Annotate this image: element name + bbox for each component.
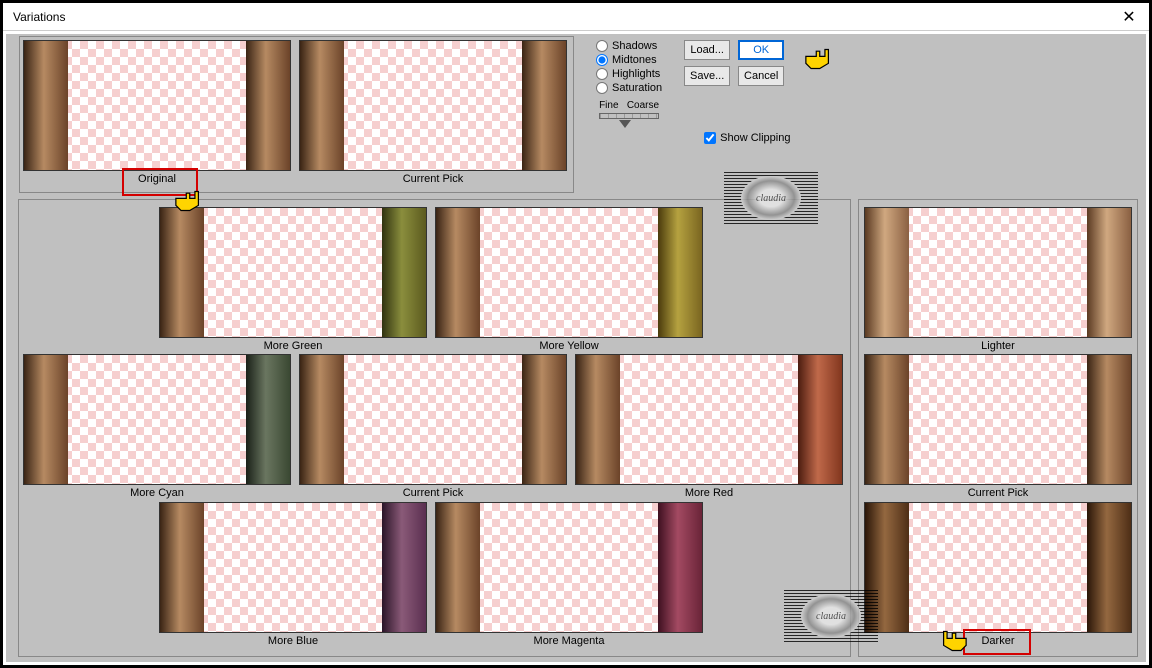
controls-area: Shadows Midtones Highlights Saturation F… — [596, 40, 790, 144]
label-current-pick-mid: Current Pick — [299, 487, 567, 499]
thumb-more-green[interactable]: More Green — [159, 207, 427, 352]
tone-radio-group: Shadows Midtones Highlights Saturation — [596, 40, 662, 94]
label-current-pick-top: Current Pick — [299, 173, 567, 185]
radio-highlights[interactable]: Highlights — [596, 68, 662, 80]
titlebar: Variations ✕ — [3, 3, 1149, 31]
window-title: Variations — [13, 10, 65, 24]
thumb-more-magenta[interactable]: More Magenta — [435, 502, 703, 647]
label-darker: Darker — [864, 635, 1132, 647]
thumb-more-red[interactable]: More Red — [575, 354, 843, 499]
save-button[interactable]: Save... — [684, 66, 730, 86]
label-more-green: More Green — [159, 340, 427, 352]
label-more-yellow: More Yellow — [435, 340, 703, 352]
radio-midtones[interactable]: Midtones — [596, 54, 662, 66]
pointer-icon — [940, 628, 968, 654]
radio-saturation[interactable]: Saturation — [596, 82, 662, 94]
label-more-magenta: More Magenta — [435, 635, 703, 647]
thumb-more-cyan[interactable]: More Cyan — [23, 354, 291, 499]
pointer-icon — [174, 188, 202, 214]
show-clipping-checkbox[interactable]: Show Clipping — [704, 132, 790, 144]
watermark: claudia — [784, 590, 878, 642]
thumb-current-pick-top[interactable]: Current Pick — [299, 40, 567, 185]
thumb-current-pick-mid[interactable]: Current Pick — [299, 354, 567, 499]
label-more-blue: More Blue — [159, 635, 427, 647]
ok-button[interactable]: OK — [738, 40, 784, 60]
thumb-more-yellow[interactable]: More Yellow — [435, 207, 703, 352]
button-column: Load... OK Save... Cancel Show Clipping — [684, 40, 790, 144]
watermark: claudia — [724, 172, 818, 224]
label-current-pick-right: Current Pick — [864, 487, 1132, 499]
fine-coarse-slider[interactable]: FineCoarse — [596, 100, 662, 119]
radio-slider-col: Shadows Midtones Highlights Saturation F… — [596, 40, 662, 119]
thumb-lighter[interactable]: Lighter — [864, 207, 1132, 352]
workspace: Original Current Pick Shadows Midtones H… — [6, 34, 1146, 662]
slider-thumb-icon[interactable] — [619, 120, 631, 128]
label-more-red: More Red — [575, 487, 843, 499]
close-button[interactable]: ✕ — [1115, 7, 1143, 27]
radio-shadows[interactable]: Shadows — [596, 40, 662, 52]
label-more-cyan: More Cyan — [23, 487, 291, 499]
thumb-original[interactable]: Original — [23, 40, 291, 185]
cancel-button[interactable]: Cancel — [738, 66, 784, 86]
thumb-current-pick-right[interactable]: Current Pick — [864, 354, 1132, 499]
load-button[interactable]: Load... — [684, 40, 730, 60]
label-original: Original — [23, 173, 291, 185]
label-lighter: Lighter — [864, 340, 1132, 352]
pointer-icon — [804, 46, 832, 72]
thumb-more-blue[interactable]: More Blue — [159, 502, 427, 647]
variations-dialog: Variations ✕ Original Current Pick Shado… — [0, 0, 1152, 668]
thumb-darker[interactable]: Darker — [864, 502, 1132, 647]
